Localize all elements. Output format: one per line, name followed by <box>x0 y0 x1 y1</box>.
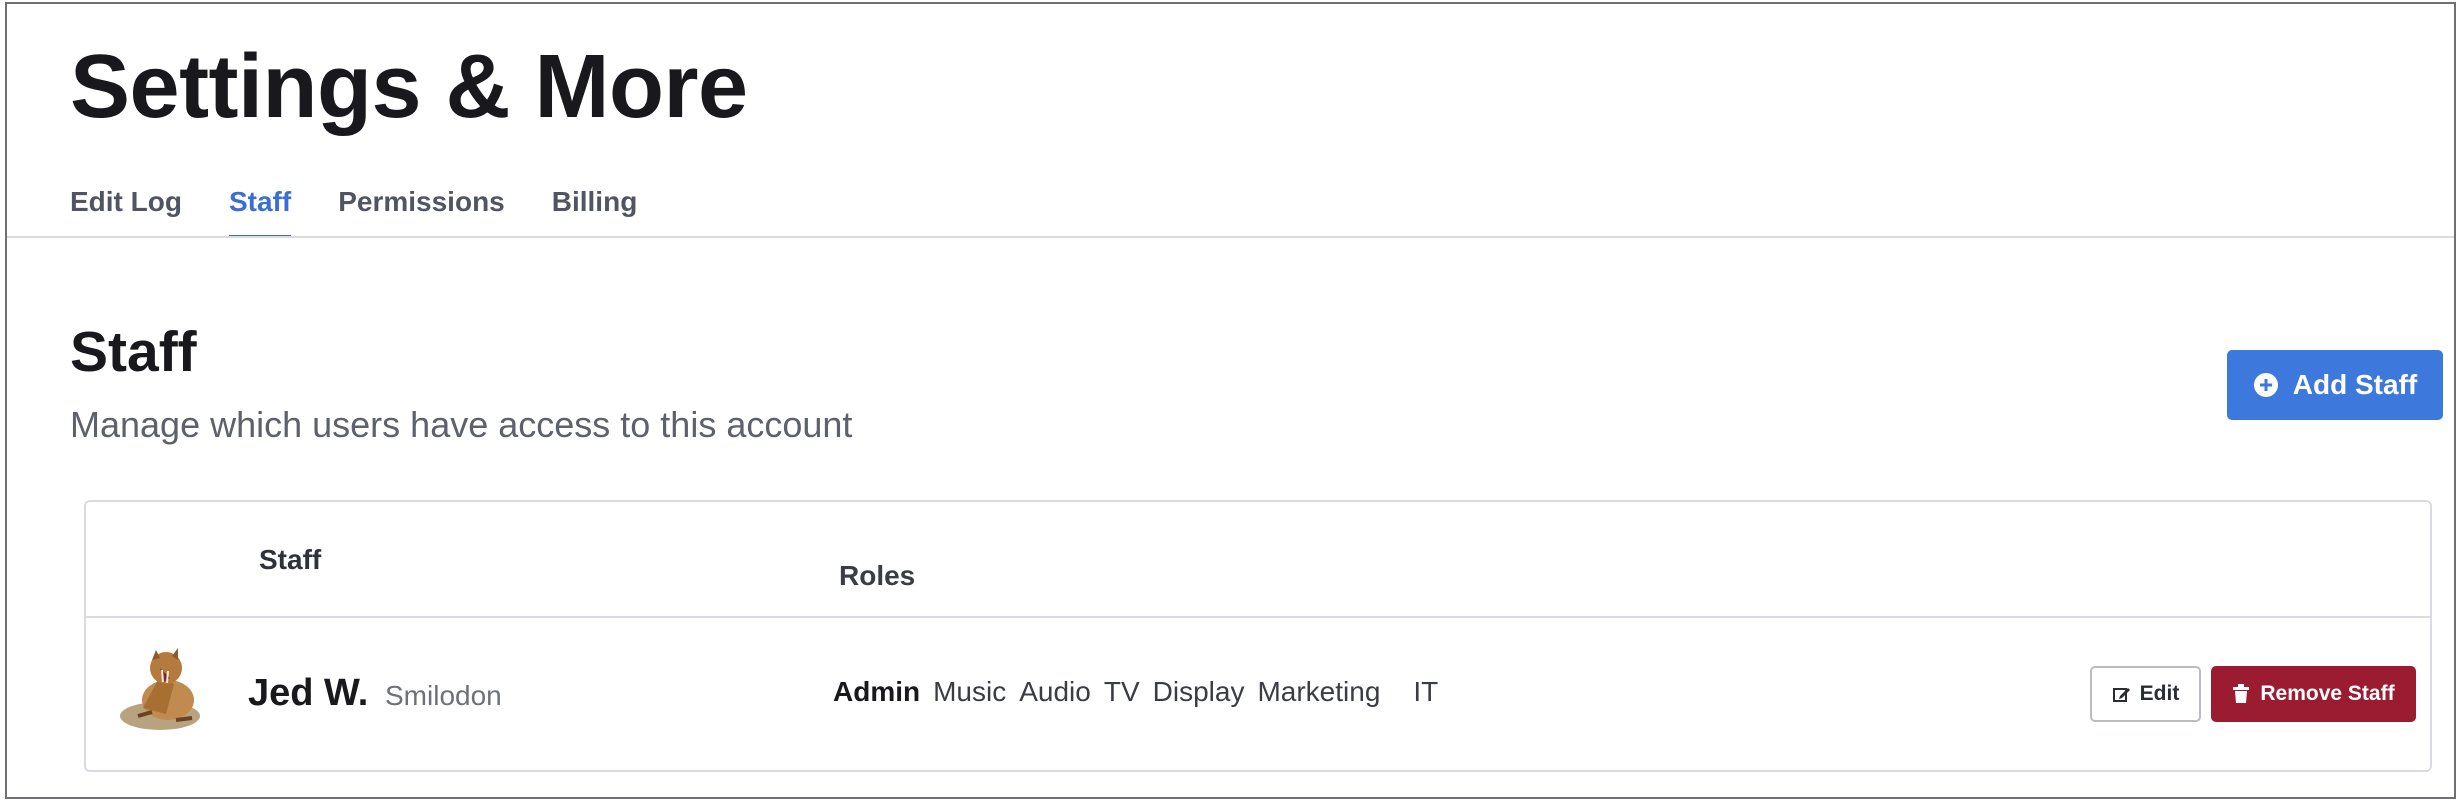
page-title: Settings & More <box>70 37 748 137</box>
table-row: Jed W. Smilodon Admin Music Audio TV Dis… <box>86 618 2430 772</box>
add-staff-label: Add Staff <box>2292 369 2418 400</box>
settings-page: Settings & More Edit Log Staff Permissio… <box>5 2 2456 799</box>
role-list: Admin Music Audio TV Display Marketing I… <box>833 676 1451 708</box>
settings-tabs: Edit Log Staff Permissions Billing <box>70 182 684 238</box>
role-it: IT <box>1413 676 1439 707</box>
trash-icon <box>2233 684 2250 703</box>
tab-permissions[interactable]: Permissions <box>338 182 505 238</box>
plus-circle-icon <box>2253 373 2278 397</box>
role-admin: Admin <box>833 676 921 707</box>
section-description: Manage which users have access to this a… <box>70 404 853 445</box>
remove-staff-label: Remove Staff <box>2260 682 2395 705</box>
smilodon-avatar <box>120 648 200 730</box>
section-title: Staff <box>70 320 197 384</box>
staff-name: Jed W. <box>248 672 369 714</box>
tab-edit-log[interactable]: Edit Log <box>70 182 182 238</box>
column-header-staff: Staff <box>259 544 322 575</box>
edit-staff-button[interactable]: Edit <box>2090 666 2201 722</box>
column-header-roles: Roles <box>839 560 916 591</box>
tabs-divider <box>7 236 2454 238</box>
role-tv: TV <box>1103 676 1140 707</box>
remove-staff-button[interactable]: Remove Staff <box>2211 666 2416 722</box>
edit-label: Edit <box>2139 682 2180 705</box>
table-header: Staff Roles <box>86 502 2430 618</box>
edit-icon <box>2112 688 2130 702</box>
tab-billing[interactable]: Billing <box>552 182 638 238</box>
staff-table: Staff Roles Jed W. Smilodon Admin Music … <box>84 500 2432 772</box>
role-music: Music <box>933 676 1007 707</box>
role-audio: Audio <box>1019 676 1091 707</box>
add-staff-button[interactable]: Add Staff <box>2227 350 2443 420</box>
role-display: Display <box>1152 676 1245 707</box>
staff-species: Smilodon <box>385 680 502 711</box>
tab-staff[interactable]: Staff <box>228 182 292 238</box>
role-marketing: Marketing <box>1257 676 1381 707</box>
